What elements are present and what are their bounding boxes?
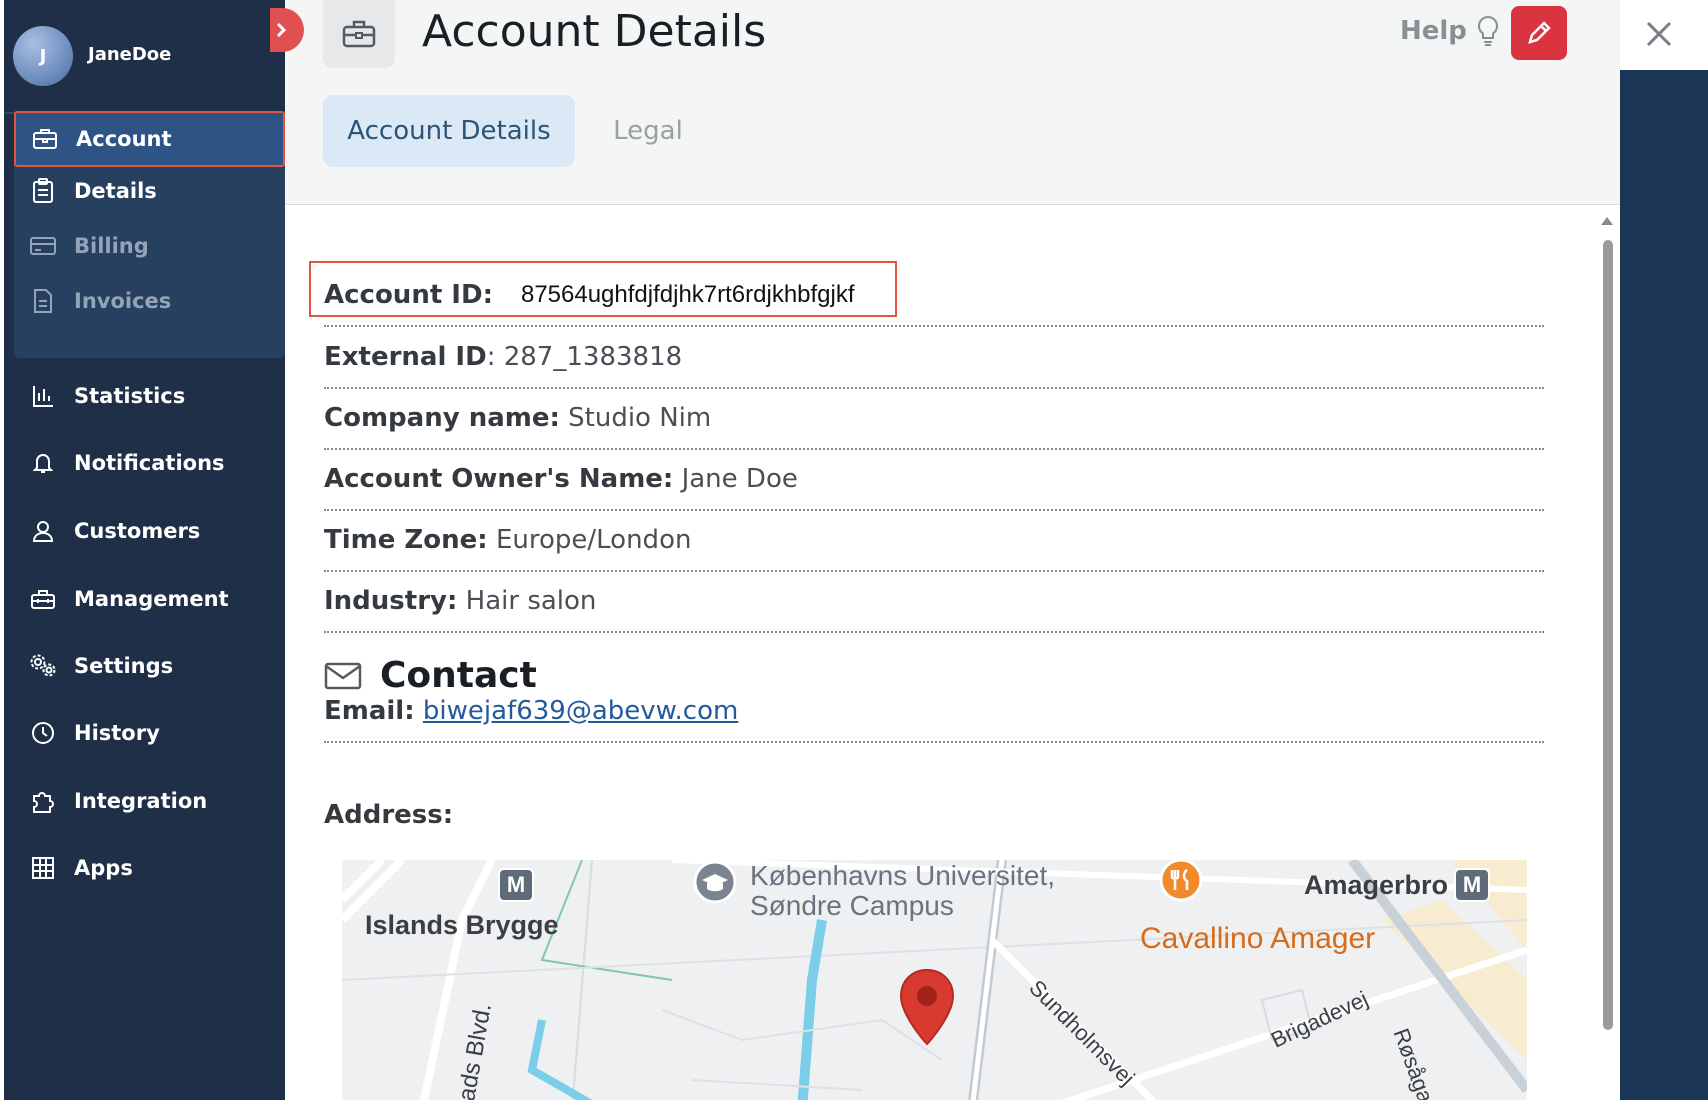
email-label: Email: xyxy=(324,696,415,726)
account-id-label: Account ID: xyxy=(324,280,493,310)
email-row: Email: biwejaf639@abevw.com xyxy=(324,681,1544,743)
sidebar-item-label: Account xyxy=(76,127,172,151)
background-overlay xyxy=(1618,70,1708,1107)
map[interactable]: Islands Brygge Københavns Universitet, S… xyxy=(342,860,1527,1100)
tab-account-details[interactable]: Account Details xyxy=(323,95,575,167)
sidebar-item-billing[interactable]: Billing xyxy=(14,218,285,274)
company-name-value: Studio Nim xyxy=(568,403,712,433)
metro-icon[interactable]: M xyxy=(1454,868,1490,902)
pencil-icon xyxy=(1528,21,1551,44)
industry-label: Industry: xyxy=(324,586,458,616)
external-id-label: External ID xyxy=(324,342,487,372)
page-title: Account Details xyxy=(422,6,767,57)
map-label-university-1: Københavns Universitet, xyxy=(750,860,1056,891)
puzzle-icon xyxy=(28,788,58,814)
sidebar-item-label: Management xyxy=(74,587,229,611)
clock-icon xyxy=(28,721,58,745)
sidebar-item-statistics[interactable]: Statistics xyxy=(14,368,285,424)
chevron-right-icon xyxy=(276,22,287,38)
sidebar: J JaneDoe Account Details Billing Invoic… xyxy=(4,0,285,1100)
avatar[interactable]: J xyxy=(13,26,73,86)
industry-row: Industry: Hair salon xyxy=(324,571,1544,633)
sidebar-item-label: History xyxy=(74,721,160,745)
credit-card-icon xyxy=(28,235,58,257)
bottom-edge xyxy=(0,1100,1708,1107)
company-name-row: Company name: Studio Nim xyxy=(324,388,1544,450)
sidebar-item-settings[interactable]: Settings xyxy=(14,638,285,694)
sidebar-item-notifications[interactable]: Notifications xyxy=(14,435,285,491)
sidebar-item-label: Invoices xyxy=(74,289,172,313)
restaurant-icon[interactable] xyxy=(1156,860,1206,920)
sidebar-item-label: Customers xyxy=(74,519,201,543)
external-id-row: External ID : 287_1383818 xyxy=(324,327,1544,389)
time-zone-label: Time Zone: xyxy=(324,525,488,555)
tab-legal[interactable]: Legal xyxy=(598,95,698,167)
gears-icon xyxy=(28,653,58,679)
account-id-value: 87564ughfdjfdjhk7rt6rdjkhbfgjkf xyxy=(520,281,855,308)
sidebar-item-label: Billing xyxy=(74,234,149,258)
time-zone-row: Time Zone: Europe/London xyxy=(324,510,1544,572)
map-label-amagerbro: Amagerbro xyxy=(1304,870,1449,900)
owner-name-label: Account Owner's Name: xyxy=(324,464,674,494)
toolbox-icon xyxy=(28,587,58,611)
sidebar-item-invoices[interactable]: Invoices xyxy=(14,273,285,329)
sidebar-item-label: Details xyxy=(74,179,157,203)
scroll-up-icon[interactable] xyxy=(1601,217,1613,225)
close-button[interactable] xyxy=(1620,0,1698,67)
sidebar-item-label: Notifications xyxy=(74,451,225,475)
scrollbar-thumb[interactable] xyxy=(1603,240,1613,1030)
sidebar-item-customers[interactable]: Customers xyxy=(14,503,285,559)
email-link[interactable]: biwejaf639@abevw.com xyxy=(423,696,738,726)
panel-content: Account ID: 87564ughfdjfdjhk7rt6rdjkhbfg… xyxy=(285,205,1620,1100)
external-id-value: : 287_1383818 xyxy=(486,342,683,372)
sidebar-item-history[interactable]: History xyxy=(14,705,285,761)
owner-name-row: Account Owner's Name: Jane Doe xyxy=(324,449,1544,511)
map-label-university-2: Søndre Campus xyxy=(750,890,954,921)
sidebar-item-account[interactable]: Account xyxy=(14,111,285,167)
industry-value: Hair salon xyxy=(465,586,597,616)
map-pin-icon[interactable] xyxy=(897,968,957,1048)
help-button[interactable]: Help xyxy=(1400,14,1501,48)
lightbulb-icon xyxy=(1477,15,1498,46)
briefcase-icon xyxy=(323,0,395,68)
account-id-row: Account ID: 87564ughfdjfdjhk7rt6rdjkhbfg… xyxy=(324,265,1544,327)
university-icon[interactable] xyxy=(690,860,740,920)
sidebar-item-apps[interactable]: Apps xyxy=(14,840,285,896)
username[interactable]: JaneDoe xyxy=(88,44,171,65)
help-label: Help xyxy=(1400,16,1467,46)
address-label: Address: xyxy=(324,800,454,830)
briefcase-icon xyxy=(30,127,60,151)
company-name-label: Company name: xyxy=(324,403,560,433)
sidebar-item-label: Settings xyxy=(74,654,174,678)
owner-name-value: Jane Doe xyxy=(681,464,798,494)
metro-icon[interactable]: M xyxy=(498,868,534,902)
time-zone-value: Europe/London xyxy=(495,525,692,555)
edit-button[interactable] xyxy=(1511,6,1567,60)
bar-chart-icon xyxy=(28,384,58,408)
bell-icon xyxy=(28,451,58,475)
document-icon xyxy=(28,288,58,314)
sidebar-item-label: Apps xyxy=(74,856,133,880)
clipboard-icon xyxy=(28,178,58,204)
map-label-cavallino: Cavallino Amager xyxy=(1140,922,1376,955)
sidebar-item-details[interactable]: Details xyxy=(14,163,285,219)
map-label-islands-brygge: Islands Brygge xyxy=(365,910,559,940)
sidebar-item-integration[interactable]: Integration xyxy=(14,773,285,829)
collapse-sidebar-button[interactable] xyxy=(270,8,304,52)
sidebar-item-label: Integration xyxy=(74,789,208,813)
sidebar-item-management[interactable]: Management xyxy=(14,571,285,627)
user-icon xyxy=(28,519,58,543)
user-profile[interactable]: J JaneDoe xyxy=(4,0,285,112)
grid-icon xyxy=(28,856,58,880)
sidebar-item-label: Statistics xyxy=(74,384,186,408)
close-icon xyxy=(1646,21,1672,46)
